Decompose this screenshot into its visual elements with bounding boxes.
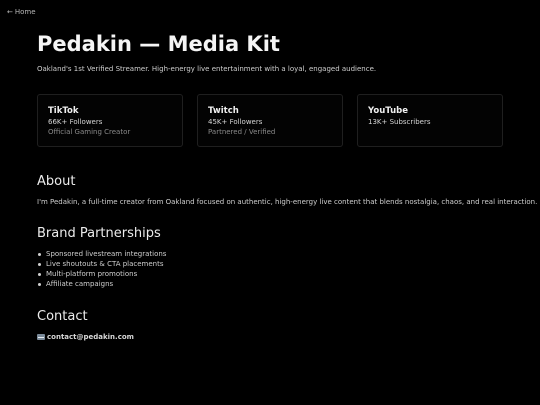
platform-note: Partnered / Verified [208,128,276,136]
partnerships-heading: Brand Partnerships [37,226,161,241]
platform-name: TikTok [48,106,79,116]
list-item: Live shoutouts & CTA placements [37,259,166,269]
platform-name: Twitch [208,106,239,116]
platform-followers: 13K+ Subscribers [368,118,431,126]
page-tagline: Oakland's 1st Verified Streamer. High-en… [37,65,377,73]
back-arrow-icon: ← [7,8,13,16]
home-link[interactable]: ← Home [7,7,36,17]
email-link[interactable]: contact@pedakin.com [47,333,134,341]
contact-heading: Contact [37,309,88,324]
platform-followers: 45K+ Followers [208,118,263,126]
about-heading: About [37,174,76,189]
platform-card-twitch: Twitch 45K+ Followers Partnered / Verifi… [197,94,343,147]
platform-card-tiktok: TikTok 66K+ Followers Official Gaming Cr… [37,94,183,147]
platform-name: YouTube [368,106,409,116]
platform-card-youtube: YouTube 13K+ Subscribers [357,94,503,147]
home-link-label: Home [14,8,36,16]
about-text: I'm Pedakin, a full-time creator from Oa… [37,198,538,206]
list-item: Affiliate campaigns [37,279,166,289]
platform-note: Official Gaming Creator [48,128,131,136]
partnerships-list: Sponsored livestream integrations Live s… [37,249,166,289]
envelope-icon [37,334,45,340]
page-title: Pedakin — Media Kit [37,32,280,56]
list-item: Multi-platform promotions [37,269,166,279]
platform-followers: 66K+ Followers [48,118,103,126]
list-item: Sponsored livestream integrations [37,249,166,259]
contact-row: contact@pedakin.com [37,332,134,342]
